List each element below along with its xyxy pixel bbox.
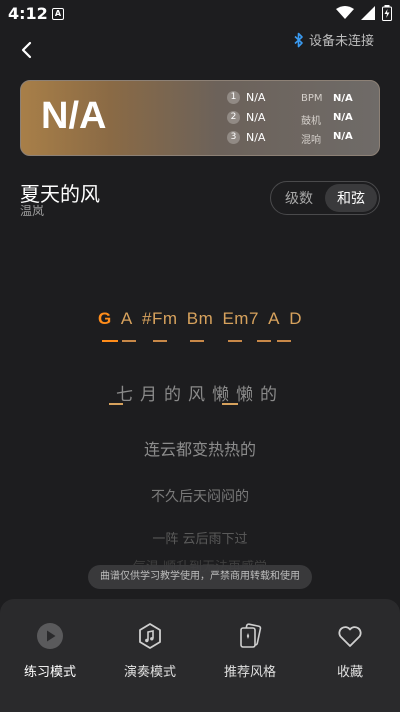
beat-dash [277, 340, 291, 342]
toggle-degree[interactable]: 级数 [273, 184, 325, 212]
play-circle-icon [35, 621, 65, 651]
nav-label: 练习模式 [23, 665, 76, 680]
param-value: N/A [333, 93, 353, 104]
key-value: N/A [41, 95, 107, 137]
slot-2: 2 N/A [227, 111, 265, 124]
heart-icon [335, 621, 365, 651]
chord: Bm [186, 309, 214, 328]
back-button[interactable] [14, 38, 40, 62]
chevron-left-icon [21, 41, 32, 59]
chord: A [120, 309, 133, 328]
toggle-chord[interactable]: 和弦 [325, 184, 377, 212]
recommend-cards-icon [235, 621, 265, 651]
chord: Em7 [222, 309, 259, 328]
chord: D [289, 309, 303, 328]
param-label: BPM [301, 93, 323, 104]
chord: #Fm [142, 309, 178, 328]
lyric-line: 连云都变热热的 [143, 440, 256, 459]
beat-dash [228, 340, 242, 342]
nav-performance-mode[interactable]: 演奏模式 [100, 621, 200, 712]
nav-label: 演奏模式 [123, 665, 176, 680]
beat-dashes [0, 340, 400, 356]
param-bpm: BPM N/A [301, 93, 353, 104]
chord: A [268, 309, 281, 328]
slot-number: 2 [227, 111, 240, 124]
key-card: N/A 1 N/A 2 N/A 3 N/A BPM N/A 鼓机 N/A 混响 … [20, 80, 380, 156]
bluetooth-icon [294, 32, 303, 47]
beat-dash [190, 340, 204, 342]
nav-practice-mode[interactable]: 练习模式 [0, 621, 100, 712]
system-icons [336, 5, 392, 21]
battery-icon [382, 5, 392, 21]
bluetooth-status-label: 设备未连接 [308, 34, 374, 49]
param-value: N/A [333, 112, 353, 123]
lyric-current: 七月的风懒懒的 [116, 385, 284, 405]
nav-label: 推荐风格 [223, 665, 276, 680]
nav-recommended-styles[interactable]: 推荐风格 [200, 621, 300, 712]
music-note-icon [135, 621, 165, 651]
bottom-nav: 练习模式 演奏模式 推荐风格 收藏 [0, 599, 400, 712]
nav-label: 收藏 [336, 665, 363, 680]
param-reverb: 混响 N/A [301, 131, 353, 146]
chord: G [97, 309, 112, 328]
beat-dash [102, 340, 118, 342]
beat-dash [257, 340, 271, 342]
mode-toggle: 级数 和弦 [270, 181, 380, 215]
copyright-notice: 曲谱仅供学习教学使用，严禁商用转载和使用 [88, 565, 312, 589]
param-label: 鼓机 [301, 116, 321, 127]
slot-number: 1 [227, 91, 240, 104]
param-value: N/A [333, 131, 353, 142]
param-label: 混响 [301, 135, 321, 146]
param-drum-machine: 鼓机 N/A [301, 112, 353, 127]
lyric-line: 一阵 云后雨下过 [152, 532, 248, 547]
notification-icon: A [52, 8, 64, 20]
slot-1: 1 N/A [227, 91, 265, 104]
bluetooth-status[interactable]: 设备未连接 [293, 30, 374, 49]
status-time: 4:12 [8, 4, 48, 23]
beat-dash [122, 340, 136, 342]
slot-number: 3 [227, 131, 240, 144]
signal-icon [361, 6, 375, 20]
nav-favorites[interactable]: 收藏 [300, 621, 400, 712]
slot-value: N/A [246, 111, 266, 124]
beat-dash [153, 340, 167, 342]
beat-marker [222, 403, 238, 405]
song-artist: 温岚 [20, 204, 45, 218]
status-bar: 4:12 A [0, 0, 400, 28]
beat-marker [109, 403, 123, 405]
wifi-icon [336, 6, 354, 19]
slot-value: N/A [246, 131, 266, 144]
chord-line: G A #Fm Bm Em7 A D [0, 309, 400, 329]
slot-value: N/A [246, 91, 266, 104]
slot-3: 3 N/A [227, 131, 265, 144]
lyric-line: 不久后天闷闷的 [151, 489, 249, 505]
